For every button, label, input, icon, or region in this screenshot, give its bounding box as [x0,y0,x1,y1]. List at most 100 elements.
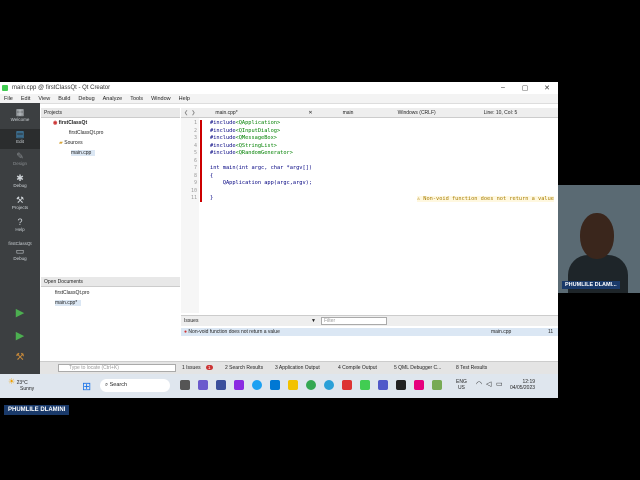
file-selector[interactable]: main.cpp* [215,110,305,116]
tree-main-cpp[interactable]: main.cpp [71,150,96,156]
pencil-icon: ✎ [16,151,24,161]
issues-toolbar: Issues ▼ Filter [181,315,558,326]
bug-icon: ✱ [16,173,24,183]
open-doc-pro[interactable]: firstClassQt.pro [55,290,89,296]
tree-project[interactable]: ◉ firstClassQt [53,120,87,126]
minimize-button[interactable]: – [492,84,514,92]
taskbar-search[interactable]: ⌕ Search [100,379,170,392]
hammer-icon: ⚒ [15,352,25,363]
file-explorer-icon[interactable] [288,380,298,390]
kit-selector[interactable]: firstClassQt ▭ Debug [0,241,40,271]
line-number: 1 [193,120,197,126]
tab-application-output[interactable]: 3 Application Output [275,365,320,371]
menu-window[interactable]: Window [147,96,175,102]
filter-icon[interactable]: ▼ [311,318,316,324]
issues-label: Issues [184,318,199,324]
open-documents-header: Open Documents [41,277,180,287]
mode-edit[interactable]: ▤ Edit [0,129,40,149]
app2-icon[interactable] [396,380,406,390]
tab-qml-debugger[interactable]: 5 QML Debugger C... [394,365,441,371]
back-icon[interactable]: ❮ [184,110,188,116]
locator-input[interactable]: Type to locate (Ctrl+K) [58,364,176,372]
close-button[interactable]: ✕ [536,84,558,92]
code-line: #include<QApplication> [210,120,281,126]
wrench-icon: ⚒ [15,195,25,205]
presenter-face [580,213,614,259]
mode-debug[interactable]: ✱ Debug [0,173,40,193]
line-number: 4 [193,142,197,149]
menu-debug[interactable]: Debug [74,96,98,102]
tree-pro-file[interactable]: firstClassQt.pro [69,130,103,136]
error-icon: ● [184,329,188,335]
mode-selector: ▦ Welcome ▤ Edit ✎ Design ✱ Debug ⚒ Proj… [0,103,40,398]
menu-file[interactable]: File [0,96,17,102]
code-line: #include<QMessageBox> [210,135,277,141]
search-icon: ⌕ [105,382,109,388]
mode-projects[interactable]: ⚒ Projects [0,195,40,215]
app4-icon[interactable] [432,380,442,390]
wifi-icon[interactable]: ◠ [476,380,482,388]
inline-warning: ⚠ Non-void function does not return a va… [416,196,554,202]
chrome-icon[interactable] [306,380,316,390]
tab-search-results[interactable]: 2 Search Results [225,365,263,371]
menu-build[interactable]: Build [54,96,74,102]
maximize-button[interactable]: ▢ [514,84,536,92]
code-line: int main(int argc, char *argv[]) [210,165,313,171]
cursor-position[interactable]: Line: 10, Col: 5 [484,110,518,116]
folder-icon: ▰ [59,140,63,146]
line-ending-selector[interactable]: Windows (CRLF) [398,110,478,116]
forward-icon[interactable]: ❯ [191,110,195,116]
build-button[interactable]: ⚒ [0,353,40,367]
run-button[interactable]: ▶ [0,308,40,322]
line-number: 11 [190,195,197,201]
code-line: { [210,172,214,179]
menu-help[interactable]: Help [175,96,194,102]
menu-tools[interactable]: Tools [126,96,147,102]
line-number: 5 [193,150,197,156]
weather-widget[interactable]: ☀ 23°C Sunny [8,377,34,392]
teams-app-icon[interactable] [378,380,388,390]
code-line: } [210,195,214,201]
app3-icon[interactable] [414,380,424,390]
task-view-icon[interactable] [180,380,190,390]
tree-sources[interactable]: ▰ Sources [59,140,83,146]
mode-help[interactable]: ? Help [0,217,40,237]
speaker-name-label: PHUMLILE DLAMINI [4,405,70,415]
menu-edit[interactable]: Edit [17,96,34,102]
tab-issues[interactable]: 1 Issues [182,365,201,371]
teams-icon[interactable] [198,380,208,390]
code-editor[interactable]: 1 2 3 4 5 6 7 8 9 10 11 #include<QApplication> #inc… [181,118,558,313]
store-icon[interactable] [270,380,280,390]
battery-icon[interactable]: ▭ [496,380,503,388]
issue-row[interactable]: ● Non-void function does not return a va… [181,328,558,336]
menu-view[interactable]: View [34,96,54,102]
issues-filter-input[interactable]: Filter [321,317,387,325]
telegram-icon[interactable] [324,380,334,390]
app-icon[interactable] [234,380,244,390]
clock[interactable]: 12:19 04/05/2023 [510,379,535,391]
tab-compile-output[interactable]: 4 Compile Output [338,365,377,371]
edge-icon[interactable] [252,380,262,390]
start-button[interactable]: ⊞ [82,380,91,393]
open-doc-main[interactable]: main.cpp* [55,300,82,306]
menu-analyze[interactable]: Analyze [99,96,127,102]
chat-icon[interactable] [216,380,226,390]
mode-welcome[interactable]: ▦ Welcome [0,107,40,127]
qt-taskbar-icon[interactable] [360,380,370,390]
debug-run-button[interactable]: ▶ [0,331,40,345]
projects-header: Projects [41,108,180,118]
close-doc-icon[interactable]: ✕ [308,110,312,116]
tab-test-results[interactable]: 8 Test Results [456,365,487,371]
line-number: 6 [193,157,197,164]
mode-design[interactable]: ✎ Design [0,151,40,171]
line-number: 8 [193,172,197,179]
speaker-icon[interactable]: ◁ [486,380,491,388]
symbol-selector[interactable]: main [343,110,388,116]
open-documents-list: firstClassQt.pro main.cpp* [41,287,180,360]
language-indicator[interactable]: ENG US [456,379,467,391]
window-title: main.cpp @ firstClassQt - Qt Creator [12,85,111,91]
code-line: #include<QInputDialog> [210,127,281,134]
line-number-gutter: 1 2 3 4 5 6 7 8 9 10 11 [181,118,199,313]
qt-logo-icon [2,85,8,91]
media-icon[interactable] [342,380,352,390]
